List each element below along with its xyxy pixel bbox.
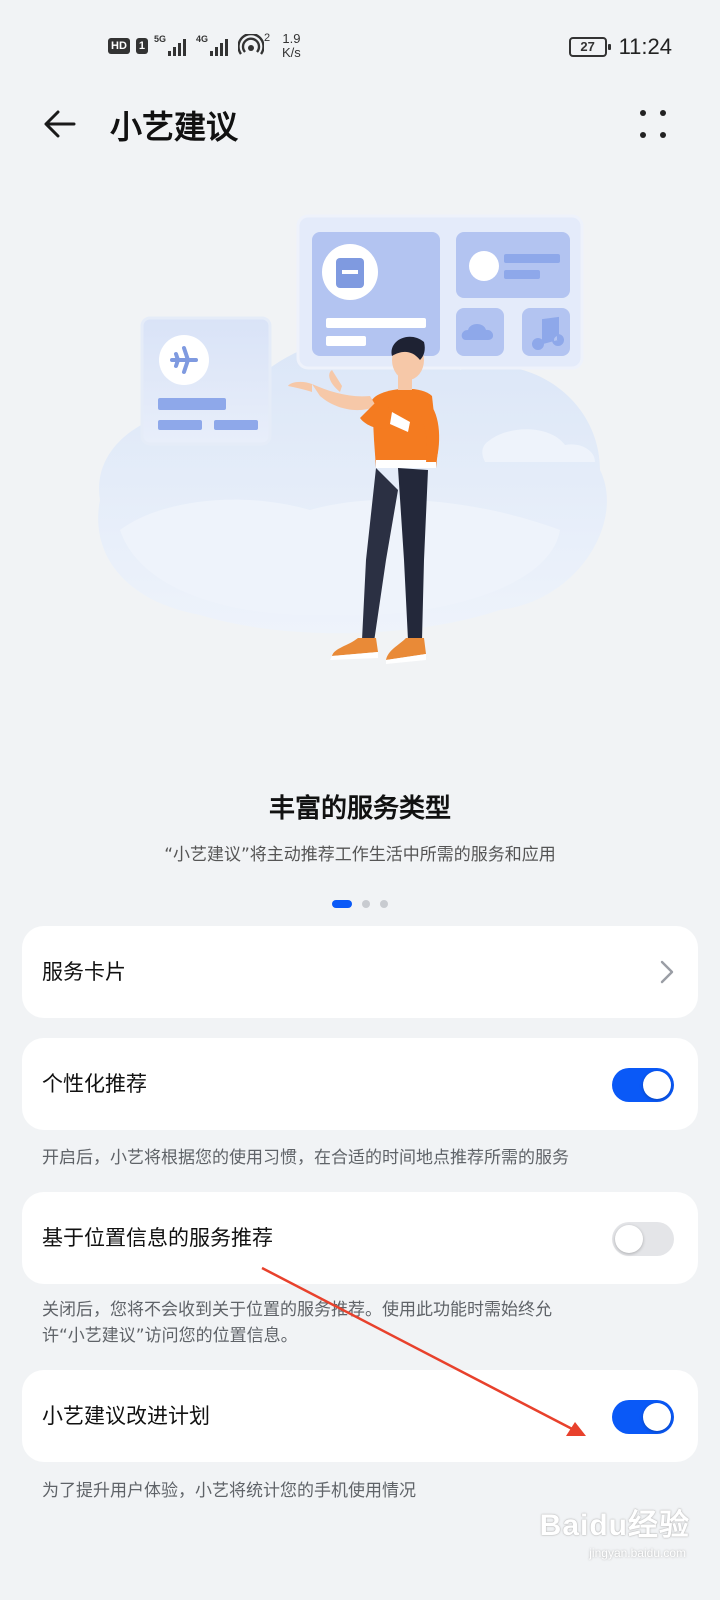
carousel-description: “小艺建议”将主动推荐工作生活中所需的服务和应用 <box>164 845 556 865</box>
carousel-pager[interactable] <box>0 900 720 908</box>
pager-dot-1[interactable] <box>332 900 352 908</box>
chevron-right-icon <box>660 960 674 984</box>
app-bar: 小艺建议 <box>0 92 720 156</box>
sim1-network-label: 5G <box>154 34 167 44</box>
sim-badge: 1 <box>135 38 149 54</box>
location-row: 基于位置信息的服务推荐 <box>22 1192 698 1284</box>
hd-badge: HD <box>108 38 130 54</box>
location-label: 基于位置信息的服务推荐 <box>42 1226 273 1250</box>
status-left: HD 1 5G 4G 2 1.9 K/s <box>108 32 301 60</box>
status-bar: HD 1 5G 4G 2 1.9 K/s 27 11:24 <box>0 0 720 92</box>
watermark-text: Baidu经验 <box>539 1509 690 1542</box>
speed-value: 1.9 <box>282 31 301 46</box>
watermark-subtext: jingyan.baidu.com <box>589 1546 686 1560</box>
speed-unit: K/s <box>282 45 301 60</box>
status-right: 27 11:24 <box>568 34 672 60</box>
signal-sim1-icon: 5G <box>154 34 190 58</box>
improvement-label: 小艺建议改进计划 <box>42 1404 210 1428</box>
carousel-title: 丰富的服务类型 <box>268 794 451 824</box>
personalized-toggle[interactable] <box>612 1068 674 1102</box>
pager-dot-3[interactable] <box>380 900 388 908</box>
improvement-toggle[interactable] <box>612 1400 674 1434</box>
signal-sim2-icon: 4G <box>196 34 232 58</box>
location-note-line2: 许“小艺建议”访问您的位置信息。 <box>42 1326 298 1346</box>
more-button[interactable] <box>638 106 668 142</box>
personalized-row: 个性化推荐 <box>22 1038 698 1130</box>
improvement-row: 小艺建议改进计划 <box>22 1370 698 1462</box>
service-cards-row[interactable]: 服务卡片 <box>22 926 698 1018</box>
hotspot-icon: 2 <box>237 32 272 58</box>
arrow-left-icon <box>44 110 76 138</box>
location-note: 关闭后，您将不会收到关于位置的服务推荐。使用此功能时需始终允 许“小艺建议”访问… <box>42 1297 682 1349</box>
apps-panel <box>296 214 584 370</box>
flight-card <box>140 316 272 446</box>
network-speed: 1.9 K/s <box>282 32 301 60</box>
battery-icon: 27 <box>568 37 611 57</box>
sim2-network-label: 4G <box>196 34 209 44</box>
hero-illustration <box>80 200 640 720</box>
personalized-label: 个性化推荐 <box>42 1072 147 1096</box>
service-cards-label: 服务卡片 <box>42 960 126 984</box>
pager-dot-2[interactable] <box>362 900 370 908</box>
location-note-line1: 关闭后，您将不会收到关于位置的服务推荐。使用此功能时需始终允 <box>42 1300 552 1320</box>
hotspot-count: 2 <box>264 32 271 44</box>
clock: 11:24 <box>618 34 672 59</box>
page-title: 小艺建议 <box>110 108 239 146</box>
location-toggle[interactable] <box>612 1222 674 1256</box>
personalized-note: 开启后，小艺将根据您的使用习惯，在合适的时间地点推荐所需的服务 <box>42 1148 569 1168</box>
back-button[interactable] <box>40 104 80 144</box>
